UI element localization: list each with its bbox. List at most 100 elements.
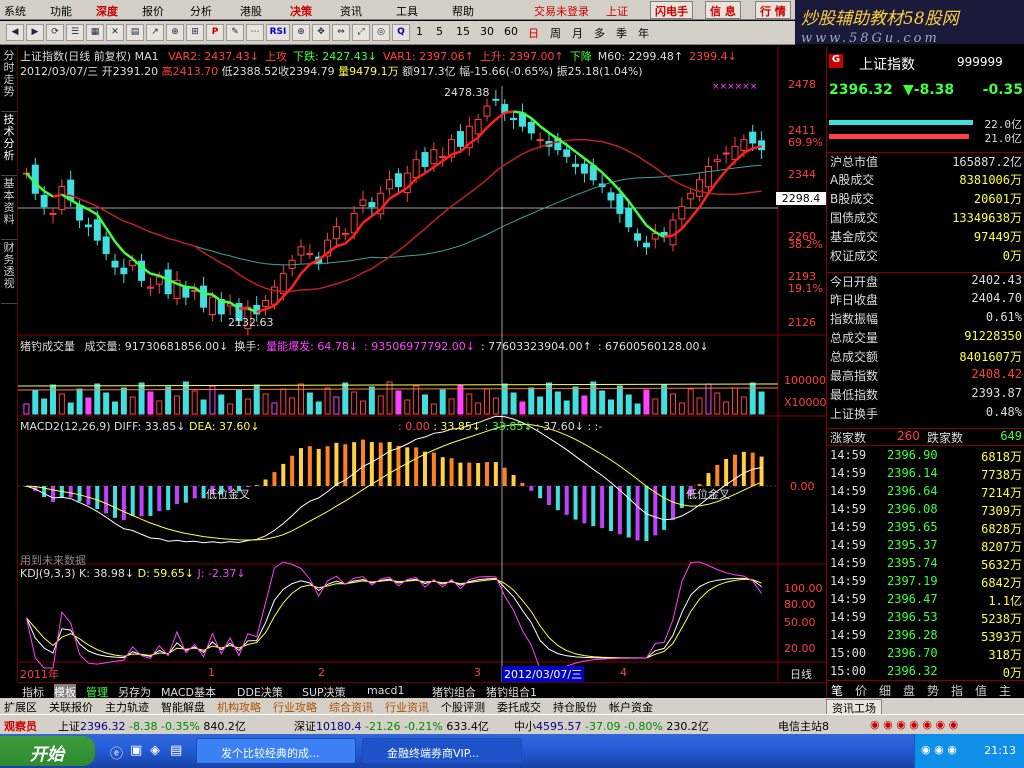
period-30min[interactable]: 30 [480, 25, 494, 38]
extension-tab[interactable]: 关联报价 [49, 699, 93, 715]
macd-bar [564, 486, 569, 515]
arrows-icon[interactable]: ⇔ [332, 24, 350, 41]
chart-line-icon[interactable]: ↗ [146, 24, 164, 41]
macd-bar [334, 442, 339, 486]
draw-icon[interactable]: ✎ [226, 24, 244, 41]
x-label-3: 3 [474, 666, 481, 679]
chart-area[interactable]: 上证指数(日线 前复权) MA1 VAR2: 2437.43↓ 上攻 下跌: 242… [18, 46, 827, 682]
quote-header: G 上证指数 999999 [827, 54, 1024, 76]
panel-tab[interactable]: 细 [879, 682, 891, 699]
rsi-icon[interactable]: RSI [266, 24, 290, 41]
menu-item[interactable]: 资讯 [340, 3, 362, 19]
period-week[interactable]: 周 [550, 25, 561, 41]
menu-item[interactable]: 工具 [396, 3, 418, 19]
extension-tab[interactable]: 智能解盘 [161, 699, 205, 715]
volume-bar [306, 392, 313, 415]
extension-tab[interactable]: 行业资讯 [385, 699, 429, 715]
indicator-tab[interactable]: macd1 [367, 684, 405, 697]
ma5-segment [574, 150, 586, 160]
desktop-icon[interactable]: ▣ [130, 743, 142, 758]
period-1min[interactable]: 1 [416, 25, 423, 38]
period-60min[interactable]: 60 [504, 25, 518, 38]
back-icon[interactable]: ◀ [6, 24, 24, 41]
info-button[interactable]: 信 息 [705, 1, 741, 19]
menu-item[interactable]: 港股 [240, 3, 262, 19]
period-month[interactable]: 月 [572, 25, 583, 41]
panel-tab[interactable]: 价 [855, 682, 867, 699]
task-terminal[interactable]: 金融终端券商VIP... [362, 738, 522, 764]
extension-tab[interactable]: 综合资讯 [329, 699, 373, 715]
extension-tab[interactable]: 扩展区 [4, 699, 37, 715]
target-icon[interactable]: ◎ [372, 24, 390, 41]
chart-canvas[interactable] [18, 46, 826, 682]
p-icon[interactable]: P [206, 24, 224, 41]
period-5min[interactable]: 5 [436, 25, 443, 38]
candle-body [456, 131, 464, 147]
panel-tab[interactable]: 指 [951, 682, 963, 699]
menu-item[interactable]: 报价 [142, 3, 164, 19]
extension-tab[interactable]: 行业攻略 [273, 699, 317, 715]
macd-bar [662, 486, 667, 530]
ie-icon[interactable]: ⓔ [110, 743, 123, 762]
turnover-row: 基金成交 97449万 [830, 230, 1022, 244]
tab-financials[interactable]: 财务透视 [1, 242, 17, 304]
start-button[interactable]: 开始 [0, 736, 95, 766]
macd-bar [387, 441, 392, 486]
ma5-segment [645, 224, 657, 234]
macd-bar [502, 467, 507, 486]
panel-tab[interactable]: 笔 [831, 682, 843, 699]
menu-item[interactable]: 分析 [190, 3, 212, 19]
panel-tab[interactable]: 值 [975, 682, 987, 699]
grid-icon[interactable]: ▦ [86, 24, 104, 41]
move-icon[interactable]: ✥ [312, 24, 330, 41]
tab-intraday[interactable]: 分时走势 [1, 50, 17, 112]
menu-item[interactable]: 功能 [50, 3, 72, 19]
expand-icon[interactable]: ⤢ [352, 24, 370, 41]
menu-item[interactable]: 系统 [4, 3, 26, 19]
period-day[interactable]: 日 [528, 25, 539, 41]
quote-button[interactable]: 行 情 [755, 1, 791, 19]
refresh-icon[interactable]: ⟳ [46, 24, 64, 41]
period-quarter[interactable]: 季 [616, 25, 627, 41]
extension-tab[interactable]: 个股评测 [441, 699, 485, 715]
forward-icon[interactable]: ▶ [26, 24, 44, 41]
candle-body [625, 208, 633, 228]
volume-bar [634, 403, 641, 415]
panel-tab[interactable]: 势 [927, 682, 939, 699]
bar-row-2: 21.0亿 [827, 130, 1024, 145]
zoom-in-icon[interactable]: ⊕ [292, 24, 310, 41]
period-multi[interactable]: 多 [594, 25, 605, 41]
shortcut-link[interactable]: 上证 [606, 3, 628, 19]
price-axis-label: 2344 [788, 168, 816, 181]
task-browser[interactable]: 发个比较经典的成... [196, 738, 356, 764]
flash-trade-button[interactable]: 闪电手 [650, 1, 693, 19]
menu-item[interactable]: 深度 [96, 3, 118, 19]
panel-tab[interactable]: 主 [999, 682, 1011, 699]
extension-tab[interactable]: 委托成交 [497, 699, 541, 715]
candle-body [58, 186, 66, 210]
extension-tab[interactable]: 机构攻略 [217, 699, 261, 715]
menu-item[interactable]: 决策 [290, 3, 312, 19]
folder-icon[interactable]: ▤ [170, 743, 182, 758]
media-icon[interactable]: ◈ [150, 743, 160, 758]
zoom-icon[interactable]: ⊕ [166, 24, 184, 41]
candle-body [146, 286, 154, 289]
indicator-icon[interactable]: ⋯ [246, 24, 264, 41]
extension-tab[interactable]: 主力轨迹 [105, 699, 149, 715]
extension-tab[interactable]: 持仓股份 [553, 699, 597, 715]
period-year[interactable]: 年 [638, 25, 649, 41]
panel-tab[interactable]: 盘 [903, 682, 915, 699]
indicator-tabs: 指标 模板 管理 另存为 MACD基本 DDE决策 SUP决策 macd1 猪钓组合 猪钓组合1 [18, 682, 826, 700]
extension-tab[interactable]: 帐户资金 [609, 699, 653, 715]
macd-bar [290, 455, 295, 486]
cross-icon[interactable]: ✕ [106, 24, 124, 41]
tab-technical[interactable]: 技术分析 [1, 114, 17, 176]
tab-fundamentals[interactable]: 基本资料 [1, 178, 17, 240]
candle-icon[interactable]: ⊞ [186, 24, 204, 41]
list-icon[interactable]: ☰ [66, 24, 84, 41]
period-15min[interactable]: 15 [456, 25, 470, 38]
menu-item[interactable]: 帮助 [452, 3, 474, 19]
table-icon[interactable]: ▤ [126, 24, 144, 41]
q-icon[interactable]: Q [392, 24, 410, 41]
login-status[interactable]: 交易未登录 [534, 3, 589, 19]
